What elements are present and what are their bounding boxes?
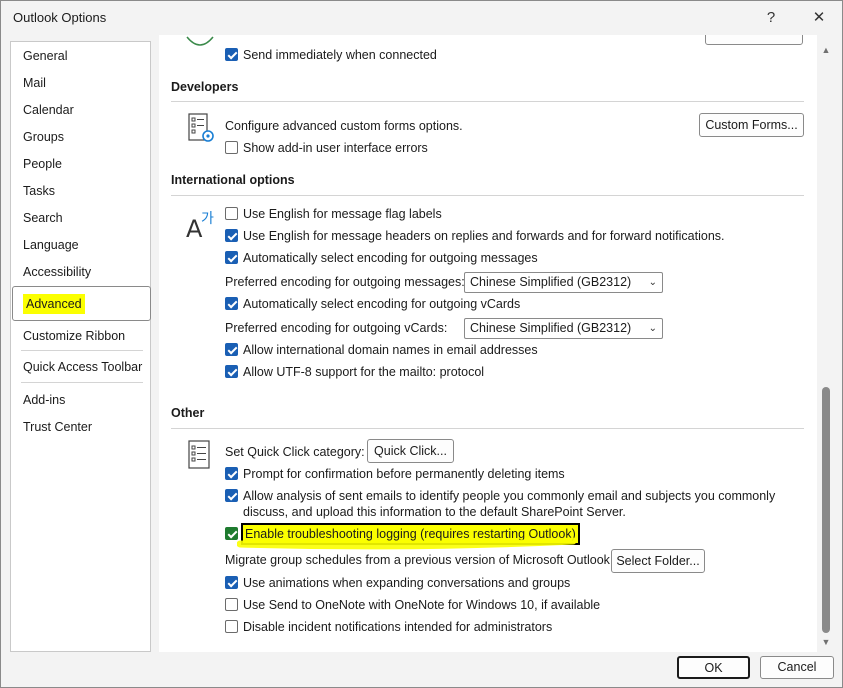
preferred-encoding-select[interactable]: Chinese Simplified (GB2312) ⌄	[464, 272, 663, 293]
utf8-checkbox[interactable]	[225, 365, 238, 378]
english-flag-labels-label: Use English for message flag labels	[243, 207, 442, 221]
send-receive-icon	[186, 36, 214, 46]
custom-forms-icon	[188, 113, 214, 142]
developers-header: Developers	[171, 80, 239, 94]
show-addin-errors-label: Show add-in user interface errors	[243, 141, 428, 155]
sidebar-item-mail[interactable]: Mail	[23, 72, 46, 94]
international-options-header: International options	[171, 173, 295, 187]
send-immediately-checkbox[interactable]	[225, 48, 238, 61]
sidebar-item-customize-ribbon[interactable]: Customize Ribbon	[23, 325, 125, 347]
disable-incident-label: Disable incident notifications intended …	[243, 620, 553, 634]
auto-encoding-label: Automatically select encoding for outgoi…	[243, 251, 538, 265]
quick-click-label: Set Quick Click category:	[225, 445, 365, 459]
quick-click-button[interactable]: Quick Click...	[367, 439, 454, 463]
idn-checkbox[interactable]	[225, 343, 238, 356]
international-language-icon: A 가	[186, 211, 214, 241]
close-button[interactable]: ✕	[806, 7, 832, 29]
auto-vcards-label: Automatically select encoding for outgoi…	[243, 297, 521, 311]
vertical-scrollbar[interactable]: ▲ ▼	[819, 41, 833, 651]
help-button[interactable]: ?	[758, 7, 784, 29]
send-receive-button[interactable]	[705, 35, 803, 45]
send-onenote-label: Use Send to OneNote with OneNote for Win…	[243, 598, 601, 612]
confirm-delete-label: Prompt for confirmation before permanent…	[243, 467, 565, 481]
auto-vcards-checkbox[interactable]	[225, 297, 238, 310]
cancel-button[interactable]: Cancel	[760, 656, 834, 679]
disable-incident-checkbox[interactable]	[225, 620, 238, 633]
preferred-encoding-label: Preferred encoding for outgoing messages…	[225, 275, 465, 289]
window-title: Outlook Options	[13, 10, 107, 25]
send-onenote-checkbox[interactable]	[225, 598, 238, 611]
section-divider	[171, 101, 804, 102]
confirm-delete-checkbox[interactable]	[225, 467, 238, 480]
ok-button[interactable]: OK	[677, 656, 750, 679]
english-headers-label: Use English for message headers on repli…	[243, 229, 725, 243]
preferred-encoding-value: Chinese Simplified (GB2312)	[470, 275, 632, 289]
chevron-down-icon: ⌄	[648, 323, 657, 334]
preferred-vcards-label: Preferred encoding for outgoing vCards:	[225, 321, 448, 335]
sidebar-item-general[interactable]: General	[23, 45, 67, 67]
chevron-down-icon: ⌄	[648, 277, 657, 288]
auto-encoding-checkbox[interactable]	[225, 251, 238, 264]
sidebar-item-trust-center[interactable]: Trust Center	[23, 416, 92, 438]
sidebar-item-tasks[interactable]: Tasks	[23, 180, 55, 202]
scroll-up-arrow-icon[interactable]: ▲	[821, 45, 831, 55]
section-divider	[171, 195, 804, 196]
preferred-vcards-select[interactable]: Chinese Simplified (GB2312) ⌄	[464, 318, 663, 339]
sidebar-item-advanced[interactable]: Advanced	[12, 286, 151, 321]
title-bar: Outlook Options ? ✕	[1, 1, 842, 35]
other-header: Other	[171, 406, 205, 420]
highlight-marker-stroke	[237, 537, 577, 550]
analysis-label-line2: discuss, and upload this information to …	[243, 505, 626, 519]
show-addin-errors-checkbox[interactable]	[225, 141, 238, 154]
svg-text:가: 가	[201, 211, 214, 227]
migrate-label: Migrate group schedules from a previous …	[225, 553, 614, 567]
sidebar-item-accessibility[interactable]: Accessibility	[23, 261, 91, 283]
outlook-options-dialog: Outlook Options ? ✕ General Mail Calenda…	[0, 0, 843, 688]
english-headers-checkbox[interactable]	[225, 229, 238, 242]
idn-label: Allow international domain names in emai…	[243, 343, 538, 357]
preferred-vcards-value: Chinese Simplified (GB2312)	[470, 321, 632, 335]
sidebar-divider	[21, 350, 143, 351]
sidebar-item-advanced-label: Advanced	[23, 294, 85, 314]
category-sidebar: General Mail Calendar Groups People Task…	[10, 41, 151, 652]
sidebar-divider	[21, 382, 143, 383]
analysis-checkbox[interactable]	[225, 489, 238, 502]
sidebar-item-groups[interactable]: Groups	[23, 126, 64, 148]
sidebar-item-language[interactable]: Language	[23, 234, 79, 256]
sidebar-item-search[interactable]: Search	[23, 207, 63, 229]
scroll-down-arrow-icon[interactable]: ▼	[821, 637, 831, 647]
send-immediately-label: Send immediately when connected	[243, 48, 437, 62]
scrollbar-thumb[interactable]	[822, 387, 830, 633]
sidebar-item-calendar[interactable]: Calendar	[23, 99, 74, 121]
english-flag-labels-checkbox[interactable]	[225, 207, 238, 220]
sidebar-item-people[interactable]: People	[23, 153, 62, 175]
other-options-icon	[188, 440, 210, 469]
utf8-label: Allow UTF-8 support for the mailto: prot…	[243, 365, 485, 379]
section-divider	[171, 428, 804, 429]
animations-checkbox[interactable]	[225, 576, 238, 589]
sidebar-item-add-ins[interactable]: Add-ins	[23, 389, 65, 411]
sidebar-item-quick-access-toolbar[interactable]: Quick Access Toolbar	[23, 356, 142, 378]
custom-forms-button[interactable]: Custom Forms...	[699, 113, 804, 137]
animations-label: Use animations when expanding conversati…	[243, 576, 571, 590]
configure-forms-label: Configure advanced custom forms options.	[225, 119, 463, 133]
advanced-options-panel: Send immediately when connected Develope…	[159, 35, 817, 652]
select-folder-button[interactable]: Select Folder...	[611, 549, 705, 573]
